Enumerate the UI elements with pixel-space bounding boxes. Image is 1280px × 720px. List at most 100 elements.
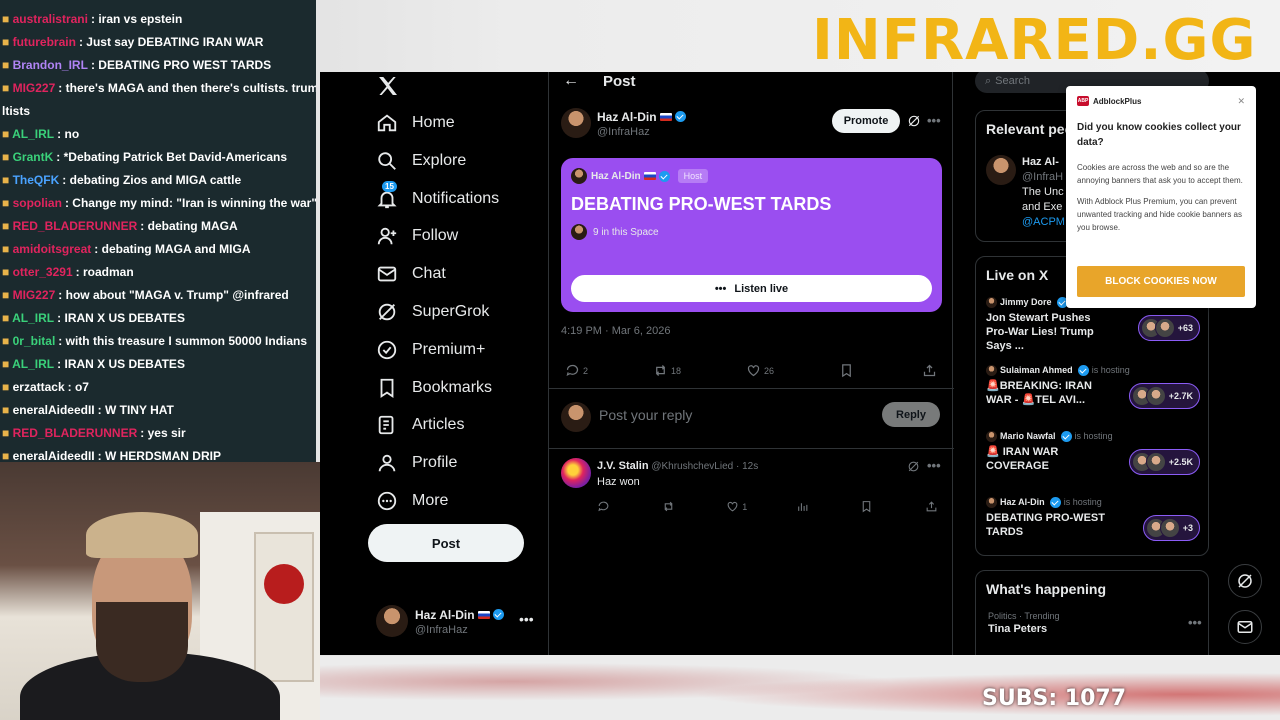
nav-item-home[interactable]: Home [376,108,455,138]
more-dots-icon[interactable]: ••• [927,458,941,473]
chat-text: DEBATING PRO WEST TARDS [98,58,272,72]
chat-username[interactable]: 0r_bital [13,334,56,348]
chat-username[interactable]: GrantK [13,150,54,164]
reply-action[interactable] [597,500,613,513]
bookmark-action[interactable] [839,363,857,378]
messages-fab[interactable] [1228,610,1262,644]
more-dots-icon[interactable]: ••• [1188,615,1202,630]
chat-username[interactable]: amidoitsgreat [13,242,92,256]
space-card[interactable]: Haz Al-Din Host DEBATING PRO-WEST TARDS … [561,158,942,312]
share-action[interactable] [925,500,941,513]
grok-icon[interactable] [907,460,920,473]
like-action[interactable]: 26 [746,363,774,378]
comment-text: Haz won [597,476,640,488]
nav-item-supergrok[interactable]: SuperGrok [376,297,489,327]
author-name: Haz Al-Din [597,110,657,124]
avatar [571,168,587,184]
live-item[interactable]: Sulaiman Ahmed is hosting 🚨BREAKING: IRAN… [986,365,1206,409]
chat-message: ■ AL_IRL: IRAN X US DEBATES [0,353,316,376]
chat-message: ■ MIG227: there's MAGA and then there's … [0,77,316,100]
chat-username[interactable]: sopolian [13,196,62,210]
chat-username[interactable]: eneralAideedII [13,449,95,462]
grok-icon[interactable] [907,114,921,128]
chat-username[interactable]: MIG227 [13,288,56,302]
adblock-popup: ABP AdblockPlus ✕ Did you know cookies co… [1066,86,1256,308]
nav-item-follow[interactable]: Follow [376,221,458,251]
chat-username[interactable]: MIG227 [13,81,56,95]
x-logo-icon[interactable] [376,74,400,98]
avatar [376,605,408,637]
stream-chat: ■ australistrani: iran vs epstein ■ futur… [0,0,316,462]
chat-badge-icon: ■ [2,334,13,348]
mail-icon [1237,621,1253,633]
chat-username[interactable]: TheQFK [13,173,60,187]
nav-item-more[interactable]: More [376,486,448,516]
live-listeners-pill[interactable]: +3 [1142,515,1200,541]
trend-name[interactable]: Tina Peters [976,621,1208,637]
nav-item-explore[interactable]: Explore [376,146,466,176]
live-listeners-pill[interactable]: +2.5K [1128,449,1200,475]
avatar [561,458,591,488]
chat-username[interactable]: eneralAideedII [13,403,95,417]
chat-username[interactable]: RED_BLADERUNNER [13,219,138,233]
heart-icon [747,365,760,377]
like-action[interactable]: 1 [726,500,747,513]
chat-username[interactable]: erzattack [13,380,65,394]
post-author[interactable]: Haz Al-Din @InfraHaz [561,108,686,138]
nav-item-notifications[interactable]: 15 Notifications [376,180,499,214]
back-arrow-icon[interactable]: ← [563,72,579,90]
chat-text: IRAN X US DEBATES [64,357,185,371]
chat-username[interactable]: australistrani [13,12,88,26]
person-link[interactable]: @ACPM [1022,215,1065,230]
repost-action[interactable]: 18 [653,363,681,378]
repost-action[interactable] [662,500,678,513]
account-switcher[interactable]: Haz Al-Din @InfraHaz [376,605,504,637]
reply-input[interactable]: Post your reply [599,407,692,423]
nav-item-premium[interactable]: Premium+ [376,335,485,365]
share-action[interactable] [922,363,940,378]
space-title: DEBATING PRO-WEST TARDS [571,194,832,214]
chat-colon: : [62,173,70,187]
nav-item-chat[interactable]: Chat [376,259,446,289]
account-name: Haz Al-Din [415,608,475,622]
live-listeners-pill[interactable]: +2.7K [1128,383,1200,409]
views-action[interactable] [796,500,812,513]
chat-badge-icon: ■ [2,265,13,279]
chat-username[interactable]: AL_IRL [12,311,54,325]
more-dots-icon[interactable]: ••• [519,611,534,627]
adblock-text-2: With Adblock Plus Premium, you can preve… [1077,197,1242,232]
reply-action[interactable]: 2 [565,363,588,378]
chat-username[interactable]: Brandon_IRL [13,58,88,72]
listen-live-button[interactable]: ••• Listen live [571,275,932,302]
adblock-question: Did you know cookies collect your data? [1077,122,1241,148]
chat-badge-icon: ■ [2,12,13,26]
chat-username[interactable]: futurebrain [13,35,76,49]
bookmark-action[interactable] [860,500,876,513]
post-button[interactable]: Post [368,524,524,562]
chat-colon: : [97,403,105,417]
relevant-person[interactable]: Haz Al- @InfraH The Unc and Exe @ACPM [986,155,1065,230]
chat-username[interactable]: AL_IRL [12,357,54,371]
nav-label: Home [412,114,455,131]
reply-button[interactable]: Reply [882,402,940,427]
close-icon[interactable]: ✕ [1237,96,1245,107]
reply-icon [566,364,579,377]
chat-username[interactable]: RED_BLADERUNNER [13,426,138,440]
live-item[interactable]: Haz Al-Din is hosting DEBATING PRO-WEST T… [986,497,1206,541]
more-dots-icon[interactable]: ••• [927,113,941,128]
nav-item-articles[interactable]: Articles [376,410,464,440]
block-cookies-button[interactable]: BLOCK COOKIES NOW [1077,266,1245,297]
comment-handle: @KhrushchevLied [651,461,734,472]
chat-username[interactable]: otter_3291 [13,265,73,279]
nav-item-bookmarks[interactable]: Bookmarks [376,373,492,403]
heart-icon [727,501,738,512]
live-listeners-pill[interactable]: +63 [1137,315,1200,341]
grok-fab[interactable] [1228,564,1262,598]
share-icon [923,364,936,377]
chat-text: how about "MAGA v. Trump" @infrared [65,288,289,302]
live-item[interactable]: Mario Nawfal is hosting 🚨 IRAN WAR COVERA… [986,431,1206,475]
chat-message: ■ eneralAideedII: W TINY HAT [0,399,316,422]
promote-button[interactable]: Promote [832,109,900,133]
nav-item-profile[interactable]: Profile [376,448,457,478]
chat-username[interactable]: AL_IRL [12,127,54,141]
